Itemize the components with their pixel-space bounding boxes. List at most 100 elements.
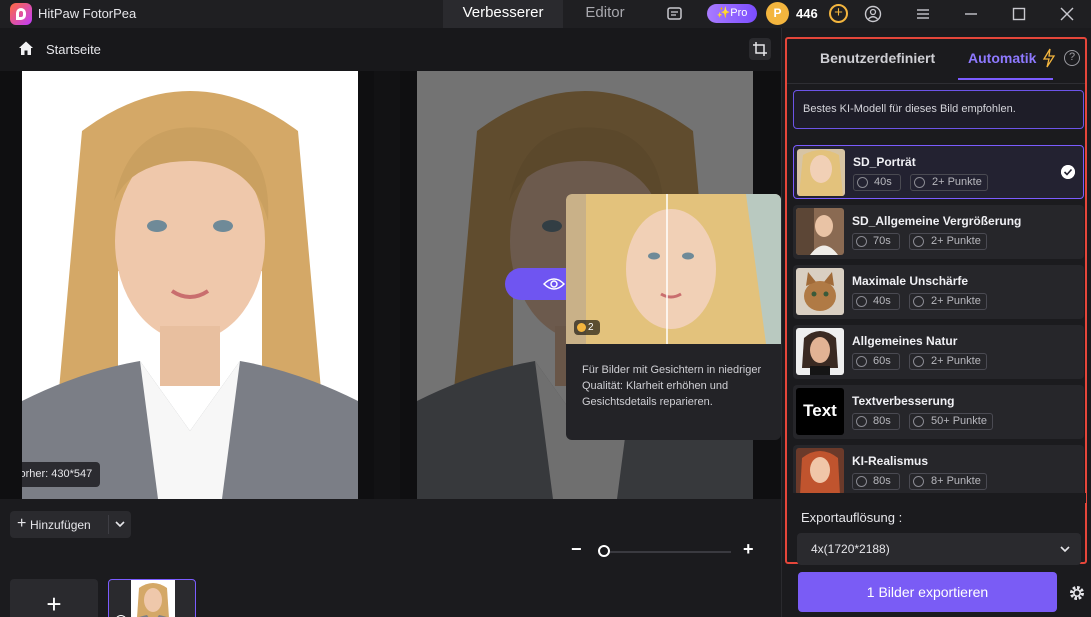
zoom-control: − + [571, 539, 761, 559]
text-thumbnail: Text [796, 388, 844, 435]
cat-thumbnail [796, 268, 844, 315]
tab-verbesserer[interactable]: Verbesserer [443, 0, 563, 28]
app-logo [10, 3, 32, 25]
model-panel-highlight: Benutzerdefiniert Automatik ? Bestes KI-… [785, 37, 1087, 565]
model-panel: Benutzerdefiniert Automatik ? Bestes KI-… [781, 28, 1091, 617]
duration-chip: 70s [852, 233, 900, 250]
duration-chip: 40s [853, 174, 901, 191]
bottom-toolbar: + Hinzufügen − + + [0, 499, 781, 617]
account-icon[interactable] [864, 5, 882, 23]
gear-icon[interactable] [1068, 584, 1086, 602]
before-size-label: vorher: 430*547 [22, 462, 101, 487]
add-button-separator [108, 515, 109, 534]
zoom-slider-handle[interactable] [598, 545, 610, 557]
add-image-tile[interactable]: + [10, 579, 98, 617]
app-window: HitPaw FotorPea Verbesserer Editor ✨Pro … [0, 0, 1091, 617]
add-button[interactable]: + Hinzufügen [10, 511, 131, 538]
home-icon[interactable] [18, 40, 34, 56]
title-bar: HitPaw FotorPea Verbesserer Editor ✨Pro … [0, 0, 1091, 28]
thumbnail-portrait [131, 580, 175, 617]
model-item-text-enhance[interactable]: Text Textverbesserung 80s 50+ Punkte [793, 385, 1084, 439]
add-button-label: Hinzufügen [30, 518, 91, 532]
maximize-icon[interactable] [1010, 5, 1028, 23]
pro-badge[interactable]: ✨Pro [707, 4, 757, 23]
lightning-icon [1042, 48, 1056, 68]
model-name: SD_Porträt [853, 155, 916, 169]
crop-button[interactable] [749, 38, 771, 60]
crop-icon [753, 42, 767, 56]
woman-blonde-thumbnail [797, 149, 845, 196]
woman-dark-thumbnail [796, 328, 844, 375]
tab-benutzerdefiniert[interactable]: Benutzerdefiniert [820, 50, 935, 66]
model-name: SD_Allgemeine Vergrößerung [852, 214, 1022, 228]
clock-icon [856, 296, 867, 307]
model-item-max-blur[interactable]: Maximale Unschärfe 40s 2+ Punkte [793, 265, 1084, 319]
model-item-sd-portrait[interactable]: SD_Porträt 40s 2+ Punkte [793, 145, 1084, 199]
model-name: Maximale Unschärfe [852, 274, 969, 288]
points-icon [914, 177, 925, 188]
points-chip: 2+ Punkte [909, 233, 987, 250]
help-icon[interactable]: ? [1064, 50, 1080, 66]
woman-red-thumbnail [796, 448, 844, 495]
tab-divider [787, 83, 1085, 84]
model-item-ai-realism[interactable]: KI-Realismus 80s 8+ Punkte [793, 445, 1084, 499]
chevron-down-icon[interactable] [114, 517, 126, 531]
points-icon [913, 356, 924, 367]
app-title: HitPaw FotorPea [38, 6, 137, 21]
duration-chip: 80s [852, 413, 900, 430]
coin-icon: P [766, 2, 789, 25]
add-plus-icon: + [17, 515, 27, 532]
portrait-before [22, 71, 358, 499]
clock-icon [856, 356, 867, 367]
breadcrumb: Startseite [0, 28, 781, 68]
export-resolution-label: Exportauflösung : [801, 510, 903, 525]
close-icon[interactable] [1058, 5, 1076, 23]
zoom-in-button[interactable]: + [743, 539, 754, 560]
export-button[interactable]: 1 Bilder exportieren [798, 572, 1057, 612]
points-chip: 50+ Punkte [909, 413, 993, 430]
menu-icon[interactable] [914, 5, 932, 23]
breadcrumb-home-link[interactable]: Startseite [46, 42, 101, 57]
model-item-general-upscale[interactable]: SD_Allgemeine Vergrößerung 70s 2+ Punkte [793, 205, 1084, 259]
clock-icon [857, 177, 868, 188]
export-resolution-select[interactable]: 4x(1720*2188) [797, 533, 1081, 565]
add-credits-icon[interactable]: + [829, 4, 848, 23]
clock-icon [856, 416, 867, 427]
points-chip: 2+ Punkte [910, 174, 988, 191]
workspace: Startseite orher: 430*547 2 Für Bilder m… [0, 28, 781, 617]
list-scroll-edge [791, 493, 1086, 503]
chevron-down-icon [1060, 546, 1070, 553]
duration-chip: 80s [852, 473, 900, 490]
recommendation-banner: Bestes KI-Modell für dieses Bild empfohl… [793, 90, 1084, 129]
model-item-general-nature[interactable]: Allgemeines Natur 60s 2+ Punkte [793, 325, 1084, 379]
minimize-icon[interactable] [962, 5, 980, 23]
clock-icon [856, 476, 867, 487]
points-badge: 2 [574, 320, 600, 335]
zoom-out-button[interactable]: − [571, 539, 582, 560]
active-tab-indicator [958, 78, 1053, 80]
eye-icon [543, 278, 565, 290]
zoom-slider-track[interactable] [599, 551, 731, 553]
points-icon [913, 296, 924, 307]
image-canvas: vorher: 430*547 [0, 71, 781, 499]
points-chip: 2+ Punkte [909, 353, 987, 370]
points-icon [913, 416, 924, 427]
tab-editor[interactable]: Editor [563, 0, 647, 28]
model-name: Textverbesserung [852, 394, 955, 408]
compare-divider [374, 71, 400, 499]
feedback-icon[interactable] [666, 5, 684, 23]
woman-cafe-thumbnail [796, 208, 844, 255]
image-thumbnail[interactable]: ! [108, 579, 196, 617]
tab-automatik[interactable]: Automatik [968, 50, 1036, 66]
credit-count: 446 [796, 6, 818, 21]
duration-chip: 60s [852, 353, 900, 370]
points-chip: 2+ Punkte [909, 293, 987, 310]
selected-check-icon [1061, 165, 1075, 179]
points-icon [913, 236, 924, 247]
model-description: Für Bilder mit Gesichtern in niedriger Q… [582, 364, 762, 408]
duration-chip: 40s [852, 293, 900, 310]
model-name: KI-Realismus [852, 454, 929, 468]
model-name: Allgemeines Natur [852, 334, 958, 348]
model-preview-popup: 2 Für Bilder mit Gesichtern in niedriger… [566, 194, 781, 440]
points-icon [913, 476, 924, 487]
